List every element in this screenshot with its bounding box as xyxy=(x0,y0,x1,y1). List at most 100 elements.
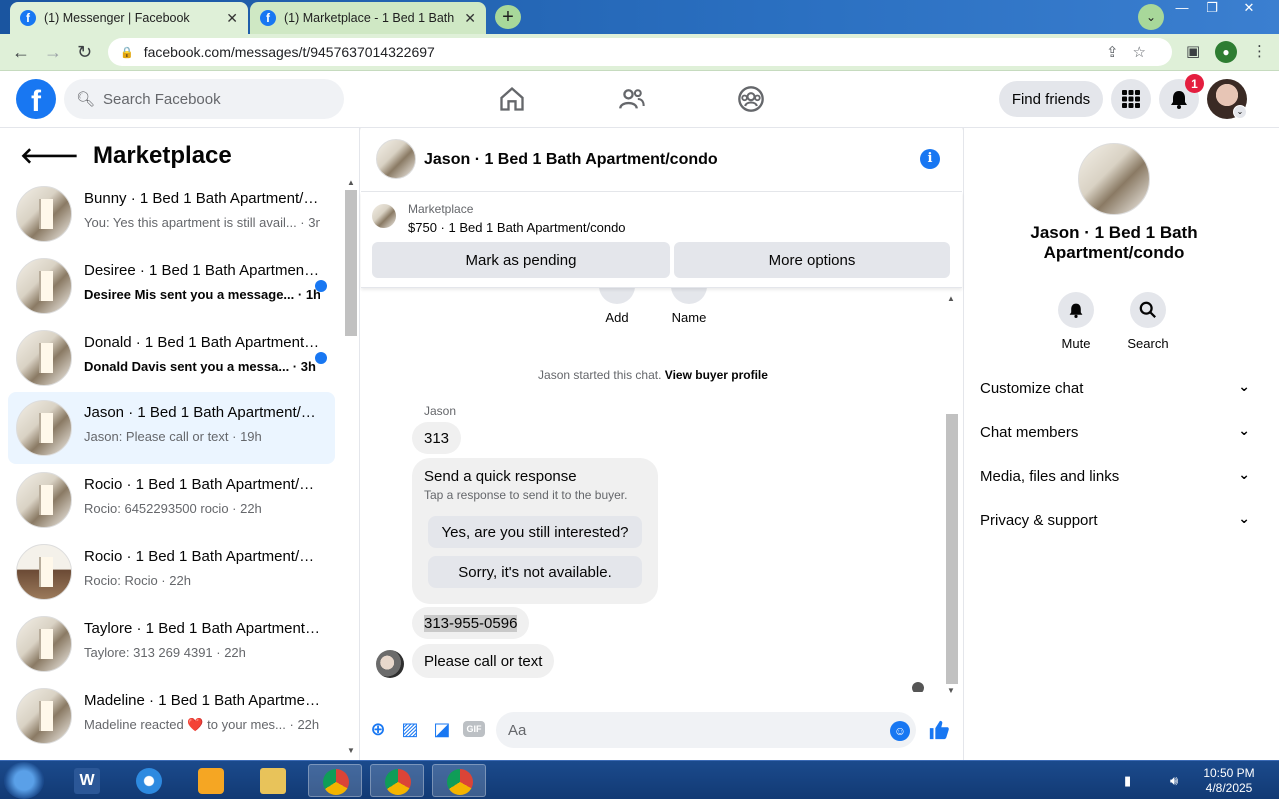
quick-reply-option[interactable]: Yes, are you still interested? xyxy=(428,516,642,548)
system-clock[interactable]: 10:50 PM 4/8/2025 xyxy=(1196,766,1262,796)
listing-price[interactable]: $750 · 1 Bed 1 Bath Apartment/condo xyxy=(408,220,626,235)
browser-profile-icon[interactable]: ● xyxy=(1215,41,1237,63)
listing-thumbnail[interactable] xyxy=(372,204,396,228)
view-buyer-profile-link[interactable]: View buyer profile xyxy=(665,368,768,382)
chat-title[interactable]: Jason · 1 Bed 1 Bath Apartment/condo xyxy=(424,151,718,169)
mark-as-pending-button[interactable]: Mark as pending xyxy=(372,242,670,278)
contact-name: Jason · 1 Bed 1 Bath Apartment/condo xyxy=(1030,223,1198,262)
friends-icon[interactable] xyxy=(618,85,646,113)
sender-avatar[interactable] xyxy=(376,650,404,678)
conversation-item[interactable]: Donald · 1 Bed 1 Bath Apartment/condo Do… xyxy=(8,322,335,394)
message-bubble[interactable]: 313 xyxy=(412,422,462,454)
scrollbar-thumb[interactable] xyxy=(345,190,357,336)
chrome-taskbar-icon[interactable] xyxy=(370,764,424,797)
new-tab-button[interactable]: + xyxy=(495,5,521,29)
menu-grid-button[interactable] xyxy=(1111,79,1151,119)
tab-messenger[interactable]: f (1) Messenger | Facebook ✕ xyxy=(10,2,248,34)
tab-search-icon[interactable]: ⌄ xyxy=(1138,4,1164,30)
home-icon[interactable] xyxy=(498,85,526,113)
chat-panel: Jason · 1 Bed 1 Bath Apartment/condo i M… xyxy=(361,128,962,760)
conversation-scrollbar[interactable]: ▲ ▼ xyxy=(343,178,357,758)
chat-avatar[interactable] xyxy=(376,139,416,179)
media-files-links-section[interactable]: Media, files and links ⌄ xyxy=(980,456,1250,496)
conversation-item[interactable]: Bunny · 1 Bed 1 Bath Apartment/condo You… xyxy=(8,178,335,250)
conversation-item[interactable]: Rocio · 1 Bed 1 Bath Apartment/condo Roc… xyxy=(8,464,335,536)
like-thumbs-up-icon[interactable] xyxy=(928,719,950,741)
listing-thumbnail xyxy=(16,616,72,672)
emoji-icon[interactable]: ☺ xyxy=(890,721,910,741)
more-options-button[interactable]: More options xyxy=(674,242,950,278)
pencil-icon xyxy=(671,288,707,304)
chrome-taskbar-icon[interactable] xyxy=(432,764,486,797)
close-window-button[interactable]: ✕ xyxy=(1227,0,1271,18)
tray-flag-icon[interactable]: ▮ xyxy=(1124,773,1131,789)
info-icon[interactable]: i xyxy=(920,149,940,169)
reload-icon[interactable]: ↻ xyxy=(77,42,92,63)
internet-explorer-taskbar-icon[interactable] xyxy=(122,764,176,797)
tab-title: (1) Marketplace - 1 Bed 1 Bath Apartment… xyxy=(284,11,456,25)
notification-count-badge: 1 xyxy=(1185,74,1204,93)
conversation-item-selected[interactable]: Jason · 1 Bed 1 Bath Apartment/condo Jas… xyxy=(8,392,335,464)
address-bar[interactable]: 🔒 facebook.com/messages/t/94576370143226… xyxy=(108,38,1172,66)
scroll-up-icon[interactable]: ▲ xyxy=(947,294,955,303)
volume-icon[interactable]: 🔊︎ xyxy=(1170,773,1178,789)
tab-marketplace[interactable]: f (1) Marketplace - 1 Bed 1 Bath Apartme… xyxy=(250,2,486,34)
minimize-button[interactable]: — xyxy=(1167,0,1197,18)
close-tab-icon[interactable]: ✕ xyxy=(226,10,238,27)
quick-action-add[interactable]: Add xyxy=(597,288,637,325)
forward-arrow-icon[interactable]: → xyxy=(44,42,62,63)
conversation-item[interactable]: Madeline · 1 Bed 1 Bath Apartment/condo … xyxy=(8,680,335,752)
word-taskbar-icon[interactable]: W xyxy=(60,764,114,797)
close-tab-icon[interactable]: ✕ xyxy=(464,10,476,27)
back-arrow-icon[interactable]: ← xyxy=(12,42,30,63)
chat-scrollbar[interactable]: ▲ ▼ xyxy=(945,292,959,698)
contact-avatar[interactable] xyxy=(1078,143,1150,215)
chat-members-section[interactable]: Chat members ⌄ xyxy=(980,412,1250,452)
conversation-item[interactable]: Rocio · 1 Bed 1 Bath Apartment/condo Roc… xyxy=(8,536,335,608)
sticker-icon[interactable]: ◪ xyxy=(431,718,453,740)
conversation-item[interactable]: Taylore · 1 Bed 1 Bath Apartment/condo T… xyxy=(8,608,335,680)
conversation-item[interactable]: Desiree · 1 Bed 1 Bath Apartment/condo D… xyxy=(8,250,335,322)
privacy-support-section[interactable]: Privacy & support ⌄ xyxy=(980,500,1250,540)
facebook-logo-icon[interactable]: f xyxy=(16,79,56,119)
conversation-preview: Rocio: Rocio · 22h xyxy=(84,573,191,588)
photo-icon[interactable]: ▨ xyxy=(399,718,421,740)
plus-circle-icon[interactable]: ⊕ xyxy=(367,718,389,740)
file-explorer-taskbar-icon[interactable] xyxy=(246,764,300,797)
browser-menu-icon[interactable]: ⋮ xyxy=(1252,42,1267,60)
clock-date: 4/8/2025 xyxy=(1205,781,1253,795)
message-bubble[interactable]: 313-955-0596 xyxy=(412,607,530,639)
gif-icon[interactable]: GIF xyxy=(463,721,485,737)
maximize-button[interactable]: ❐ xyxy=(1197,0,1227,18)
add-icon xyxy=(599,288,635,304)
mute-button[interactable]: Mute xyxy=(1046,292,1106,351)
quick-reply-option[interactable]: Sorry, it's not available. xyxy=(428,556,642,588)
search-facebook-input[interactable]: 🔍︎ Search Facebook xyxy=(64,79,344,119)
chat-header: Jason · 1 Bed 1 Bath Apartment/condo i xyxy=(361,128,962,192)
scroll-up-icon[interactable]: ▲ xyxy=(347,178,355,187)
back-arrow-icon[interactable]: 🡐 xyxy=(20,143,79,169)
conversation-name: Rocio · 1 Bed 1 Bath Apartment/condo xyxy=(84,476,320,493)
scroll-down-icon[interactable]: ▼ xyxy=(347,746,355,755)
scroll-down-icon[interactable]: ▼ xyxy=(947,686,955,695)
media-player-taskbar-icon[interactable] xyxy=(184,764,238,797)
chevron-down-icon[interactable]: ⌄ xyxy=(1233,105,1247,119)
conversation-preview: Donald Davis sent you a messa... · 3h xyxy=(84,359,316,374)
groups-icon[interactable] xyxy=(737,85,765,113)
listing-source: Marketplace xyxy=(408,202,474,216)
share-star-icons[interactable]: ⇪☆ xyxy=(1106,43,1160,61)
customize-chat-section[interactable]: Customize chat ⌄ xyxy=(980,368,1250,408)
section-label: Privacy & support xyxy=(980,511,1098,529)
quick-action-name[interactable]: Name xyxy=(667,288,711,325)
conversation-preview: Madeline reacted ❤️ to your mes... · 22h xyxy=(84,717,320,732)
scrollbar-thumb[interactable] xyxy=(946,414,958,684)
message-bubble[interactable]: Please call or text xyxy=(412,644,555,678)
chrome-taskbar-icon[interactable] xyxy=(308,764,362,797)
listing-thumbnail xyxy=(16,544,72,600)
search-in-chat-button[interactable]: Search xyxy=(1118,292,1178,351)
start-button[interactable] xyxy=(4,762,44,799)
find-friends-button[interactable]: Find friends xyxy=(999,81,1103,117)
chevron-down-icon: ⌄ xyxy=(1238,378,1250,394)
message-input[interactable]: Aa xyxy=(496,712,916,748)
sidepanel-icon[interactable]: ▣ xyxy=(1186,42,1200,60)
